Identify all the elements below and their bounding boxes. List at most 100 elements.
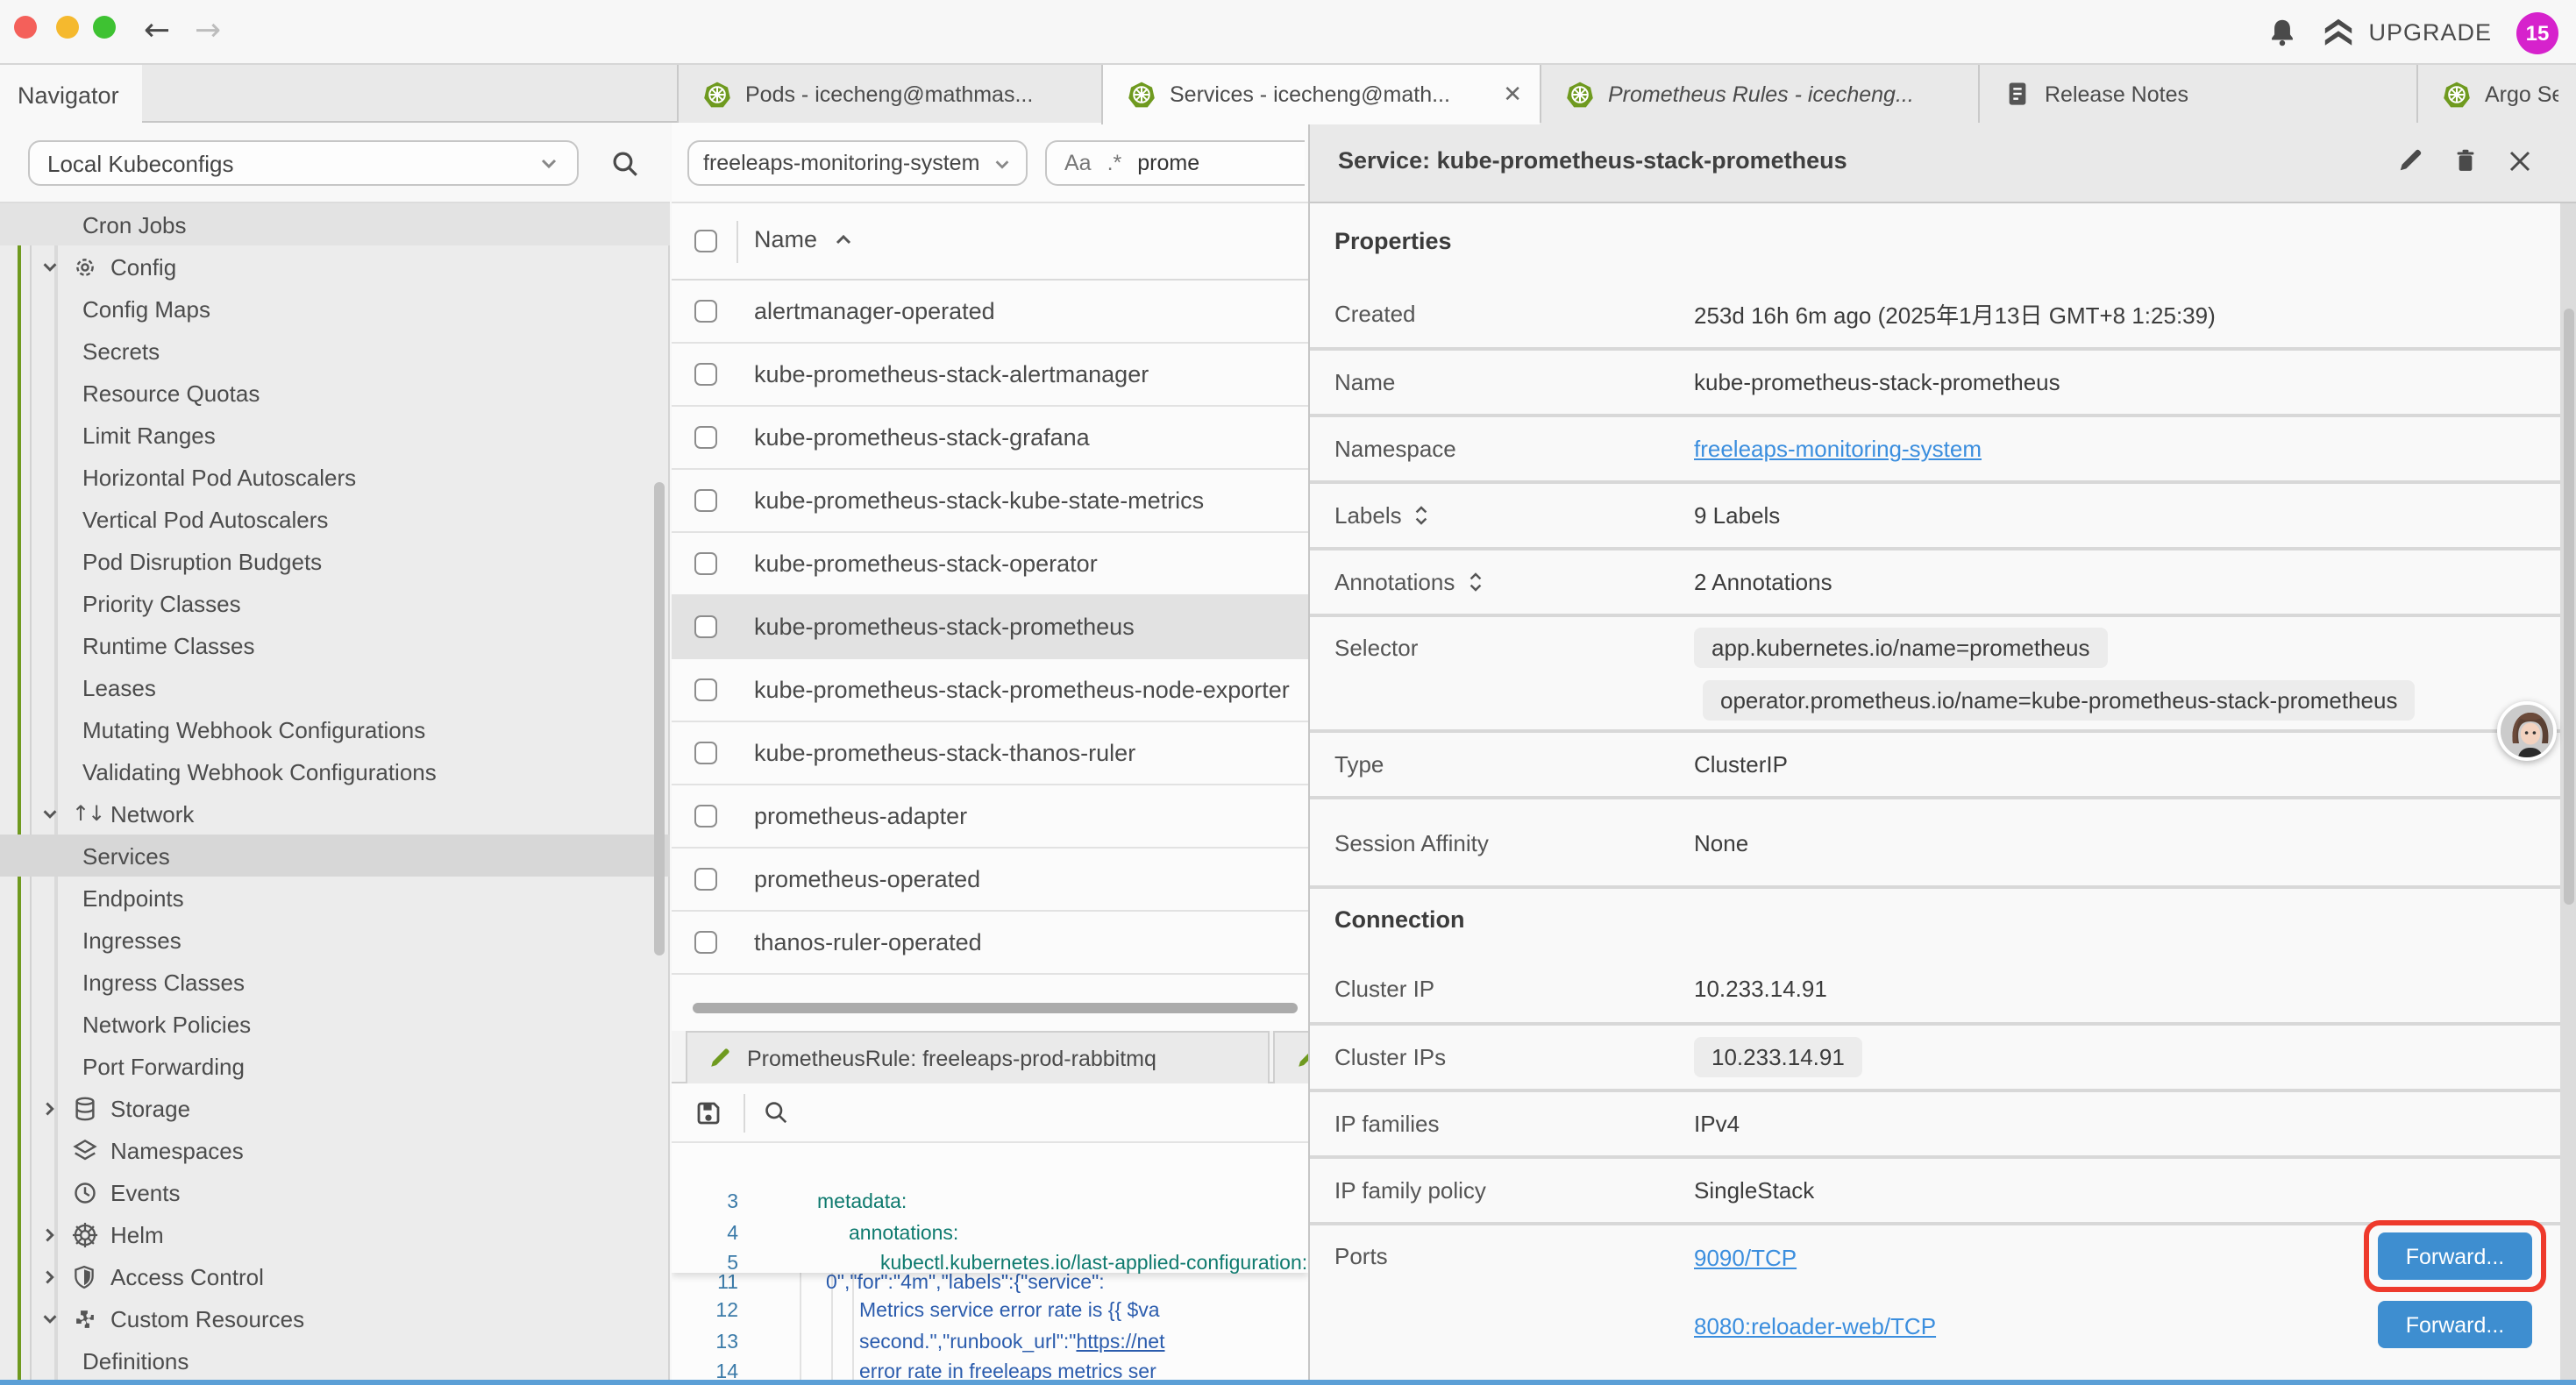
sidebar-item-cron-jobs[interactable]: Cron Jobs: [0, 203, 670, 245]
unfold-icon[interactable]: [1467, 571, 1483, 593]
table-row[interactable]: kube-prometheus-stack-prometheus-node-ex…: [672, 659, 1308, 722]
sidebar-item-config[interactable]: Config: [0, 245, 670, 288]
sidebar-item-config-maps[interactable]: Config Maps: [0, 288, 670, 330]
chevron-right-icon[interactable]: [40, 1267, 60, 1286]
sidebar-item-events[interactable]: Events: [0, 1171, 670, 1213]
table-row[interactable]: kube-prometheus-stack-thanos-ruler: [672, 722, 1308, 785]
chevron-down-icon[interactable]: [40, 804, 60, 823]
tab-prometheus-rules-icecheng[interactable]: Prometheus Rules - icecheng...: [1540, 65, 1978, 123]
save-icon[interactable]: [694, 1098, 722, 1126]
zoom-window-button[interactable]: [93, 16, 116, 39]
sidebar-item-horizontal-pod-autoscalers[interactable]: Horizontal Pod Autoscalers: [0, 456, 670, 498]
sidebar-item-helm[interactable]: Helm: [0, 1213, 670, 1255]
tab-pods-icecheng-mathmas[interactable]: Pods - icecheng@mathmas...: [677, 65, 1101, 123]
upgrade-button[interactable]: UPGRADE: [2321, 18, 2492, 47]
tab-services-icecheng-math[interactable]: Services - icecheng@math...✕: [1101, 65, 1540, 124]
row-checkbox[interactable]: [694, 426, 717, 449]
row-checkbox[interactable]: [694, 489, 717, 512]
property-value: 9 Labels: [1694, 502, 1780, 529]
sidebar-item-network-policies[interactable]: Network Policies: [0, 1003, 670, 1045]
chevron-right-icon[interactable]: [40, 1098, 60, 1118]
table-row[interactable]: kube-prometheus-stack-kube-state-metrics: [672, 470, 1308, 533]
sidebar-item-access-control[interactable]: Access Control: [0, 1255, 670, 1297]
sidebar-item-resource-quotas[interactable]: Resource Quotas: [0, 372, 670, 414]
sidebar-item-vertical-pod-autoscalers[interactable]: Vertical Pod Autoscalers: [0, 498, 670, 540]
table-row[interactable]: prometheus-operated: [672, 849, 1308, 912]
chevron-down-icon[interactable]: [40, 257, 60, 276]
row-checkbox[interactable]: [694, 678, 717, 701]
table-row[interactable]: alertmanager-operated: [672, 281, 1308, 344]
search-input[interactable]: Aa .* prome: [1045, 140, 1305, 186]
chevron-down-icon[interactable]: [40, 1309, 60, 1328]
sidebar-item-storage[interactable]: Storage: [0, 1087, 670, 1129]
sidebar-item-priority-classes[interactable]: Priority Classes: [0, 582, 670, 624]
row-checkbox[interactable]: [694, 868, 717, 891]
name-column-header[interactable]: Name: [754, 226, 854, 252]
sidebar-item-mutating-webhook-configurations[interactable]: Mutating Webhook Configurations: [0, 708, 670, 750]
avatar[interactable]: [2497, 701, 2557, 761]
row-checkbox[interactable]: [694, 615, 717, 638]
editor-tab-title: PrometheusRule: freeleaps-prod-rabbitmq: [747, 1046, 1156, 1070]
row-checkbox[interactable]: [694, 742, 717, 764]
sidebar-item-services[interactable]: Services: [0, 835, 670, 877]
port-link[interactable]: 8080:reloader-web/TCP: [1694, 1313, 1936, 1339]
yaml-editor[interactable]: 3metadata:4annotations:5kubectl.kubernet…: [672, 1143, 1308, 1385]
chevron-right-icon[interactable]: [40, 1225, 60, 1244]
match-case-toggle[interactable]: Aa: [1064, 151, 1092, 175]
namespace-filter-select[interactable]: freeleaps-monitoring-system: [687, 140, 1028, 186]
sidebar-item-secrets[interactable]: Secrets: [0, 330, 670, 372]
drawer-scrollbar[interactable]: [2560, 203, 2576, 1385]
sidebar-item-endpoints[interactable]: Endpoints: [0, 877, 670, 919]
property-value[interactable]: freeleaps-monitoring-system: [1694, 436, 1982, 462]
row-checkbox[interactable]: [694, 363, 717, 386]
tab-argo-se[interactable]: Argo Se: [2416, 65, 2576, 123]
sidebar-item-leases[interactable]: Leases: [0, 666, 670, 708]
table-row[interactable]: prometheus-adapter: [672, 785, 1308, 849]
editor-tab-bar: PrometheusRule: freeleaps-prod-rabbitmq: [672, 1031, 1308, 1083]
close-icon[interactable]: [2508, 148, 2532, 173]
sidebar-item-network[interactable]: ↑↓Network: [0, 792, 670, 835]
port-link[interactable]: 9090/TCP: [1694, 1245, 1797, 1271]
table-row[interactable]: thanos-ruler-operated: [672, 912, 1308, 975]
navigator-panel-label[interactable]: Navigator: [0, 65, 142, 124]
row-checkbox[interactable]: [694, 300, 717, 323]
sidebar-item-ingresses[interactable]: Ingresses: [0, 919, 670, 961]
sidebar-item-runtime-classes[interactable]: Runtime Classes: [0, 624, 670, 666]
notification-badge[interactable]: 15: [2516, 11, 2558, 53]
table-row[interactable]: kube-prometheus-stack-grafana: [672, 407, 1308, 470]
horizontal-scrollbar[interactable]: [693, 1003, 1298, 1013]
row-checkbox[interactable]: [694, 805, 717, 827]
table-row[interactable]: kube-prometheus-stack-operator: [672, 533, 1308, 596]
unfold-icon[interactable]: [1414, 504, 1430, 527]
forward-arrow-icon[interactable]: →: [195, 9, 221, 54]
select-all-checkbox[interactable]: [694, 230, 717, 252]
helm-icon: [72, 1221, 98, 1247]
table-row[interactable]: kube-prometheus-stack-alertmanager: [672, 344, 1308, 407]
bell-icon[interactable]: [2266, 18, 2296, 47]
tab-release-notes[interactable]: Release Notes: [1978, 65, 2416, 123]
sidebar-scrollbar[interactable]: [654, 482, 665, 955]
editor-search-icon[interactable]: [763, 1099, 789, 1126]
sidebar-item-definitions[interactable]: Definitions: [0, 1339, 670, 1381]
close-window-button[interactable]: [14, 16, 37, 39]
sidebar-item-port-forwarding[interactable]: Port Forwarding: [0, 1045, 670, 1087]
back-arrow-icon[interactable]: ←: [144, 9, 170, 54]
sidebar-item-validating-webhook-configurations[interactable]: Validating Webhook Configurations: [0, 750, 670, 792]
row-checkbox[interactable]: [694, 552, 717, 575]
row-checkbox[interactable]: [694, 931, 717, 954]
sidebar-item-custom-resources[interactable]: Custom Resources: [0, 1297, 670, 1339]
forward-button[interactable]: Forward...: [2378, 1301, 2532, 1348]
sidebar-item-namespaces[interactable]: Namespaces: [0, 1129, 670, 1171]
edit-pencil-icon[interactable]: [2397, 147, 2423, 174]
kubeconfig-select[interactable]: Local Kubeconfigs: [28, 140, 579, 186]
sidebar-item-ingress-classes[interactable]: Ingress Classes: [0, 961, 670, 1003]
editor-tab-prometheusrule[interactable]: PrometheusRule: freeleaps-prod-rabbitmq: [686, 1031, 1270, 1083]
search-icon[interactable]: [610, 149, 640, 179]
sidebar-item-pod-disruption-budgets[interactable]: Pod Disruption Budgets: [0, 540, 670, 582]
minimize-window-button[interactable]: [56, 16, 79, 39]
delete-trash-icon[interactable]: [2453, 147, 2478, 174]
sidebar-item-limit-ranges[interactable]: Limit Ranges: [0, 414, 670, 456]
regex-toggle[interactable]: .*: [1107, 151, 1122, 175]
table-row[interactable]: kube-prometheus-stack-prometheus: [672, 596, 1308, 659]
tab-close-icon[interactable]: ✕: [1503, 81, 1522, 109]
